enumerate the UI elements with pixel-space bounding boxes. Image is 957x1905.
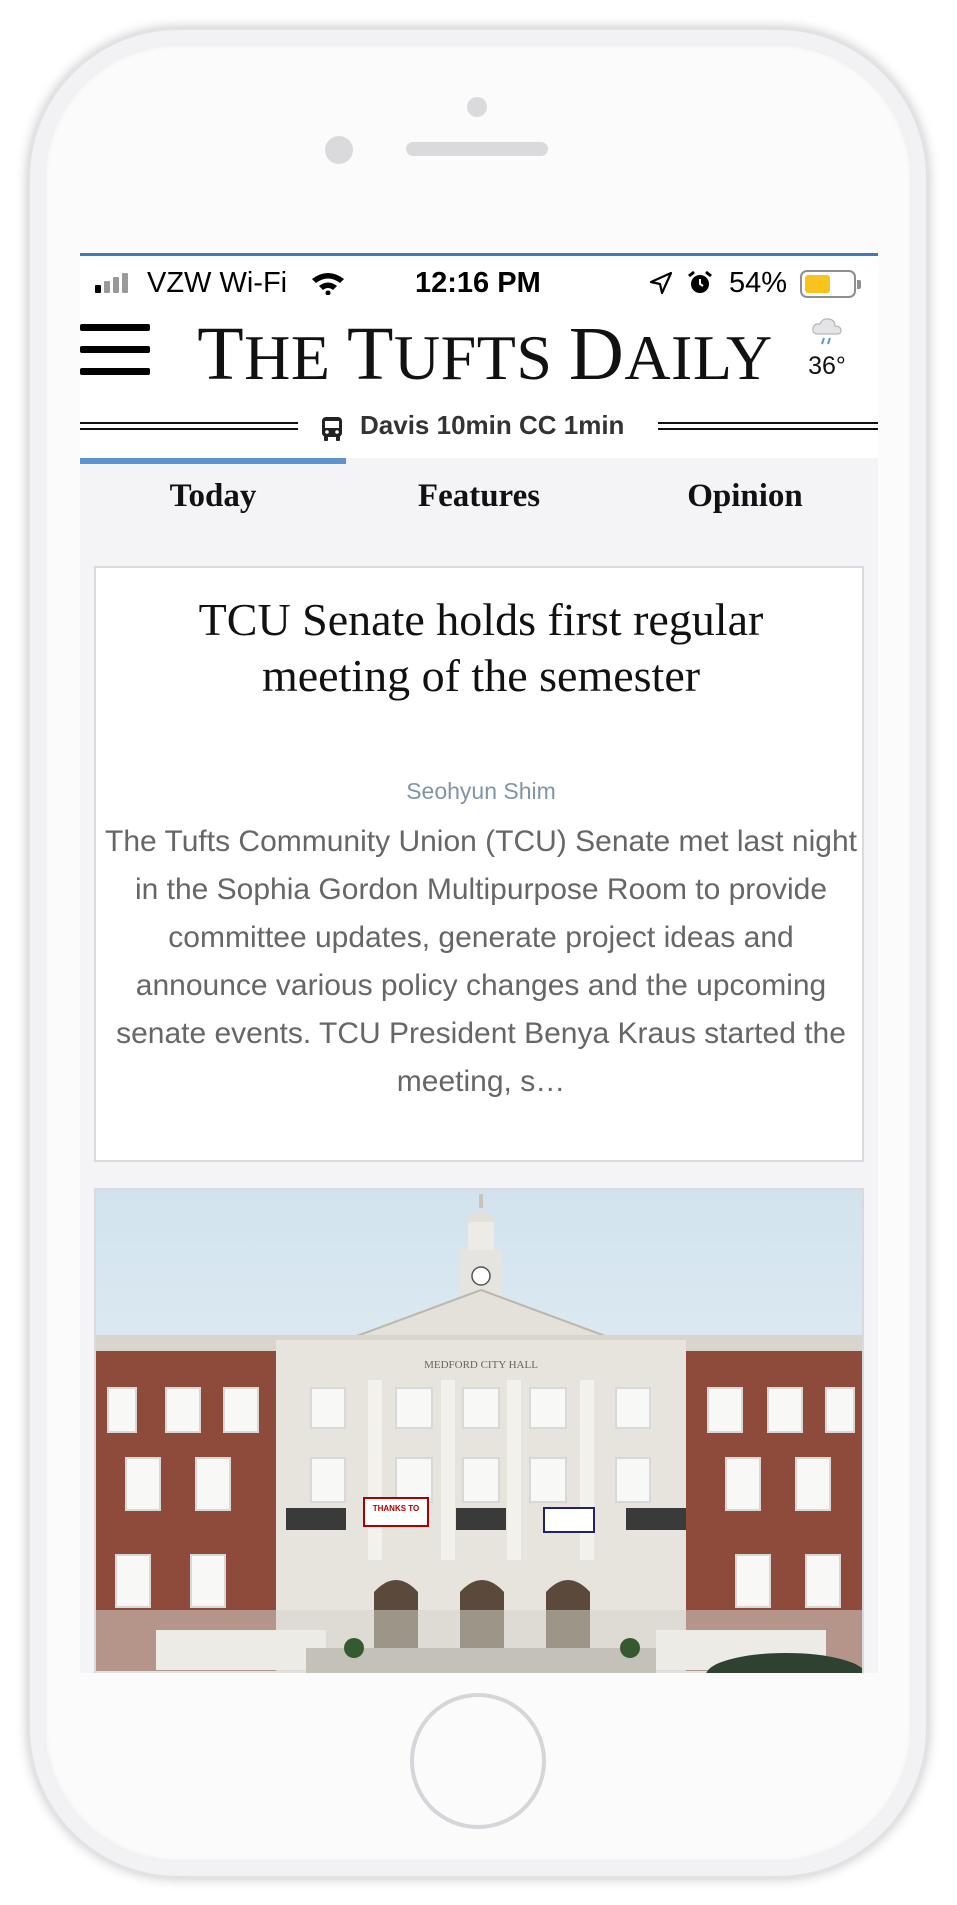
alarm-clock-icon: [688, 270, 712, 293]
city-hall-photo: MEDFORD CITY HALL THANKS TO: [96, 1190, 862, 1673]
article-title[interactable]: TCU Senate holds first regular meeting o…: [136, 592, 826, 704]
battery-icon: [800, 270, 861, 298]
rain-cloud-icon: [812, 318, 842, 345]
active-tab-indicator: [80, 458, 346, 464]
temperature-label: 36°: [808, 352, 846, 380]
tab-opinion[interactable]: Opinion: [612, 478, 878, 515]
divider-line-left: [80, 422, 298, 430]
article-excerpt: The Tufts Community Union (TCU) Senate m…: [105, 825, 857, 1098]
bus-icon: [322, 417, 342, 441]
weather-widget[interactable]: 36°: [792, 316, 862, 381]
front-camera: [325, 136, 353, 164]
article-author[interactable]: Seohyun Shim: [96, 778, 866, 805]
article-card[interactable]: TCU Senate holds first regular meeting o…: [94, 566, 864, 1162]
battery-percent: 54%: [729, 267, 788, 299]
status-bar: VZW Wi-Fi 12:16 PM 54%: [80, 256, 878, 306]
proximity-sensor: [467, 97, 487, 117]
hamburger-menu-icon[interactable]: [80, 324, 150, 376]
battery-fill: [805, 275, 830, 293]
app-screen: VZW Wi-Fi 12:16 PM 54% THE TUFTS DAILY 3…: [80, 253, 878, 1673]
tab-features[interactable]: Features: [346, 478, 612, 515]
clock-time: 12:16 PM: [415, 267, 541, 299]
home-button[interactable]: [410, 1693, 546, 1829]
signal-icon: [95, 273, 128, 293]
tab-today[interactable]: Today: [80, 478, 346, 515]
carrier-label: VZW Wi-Fi: [147, 267, 288, 299]
location-arrow-icon: [649, 271, 673, 295]
wifi-icon: [312, 273, 344, 295]
facade-sign: MEDFORD CITY HALL: [424, 1359, 538, 1371]
shuttle-times[interactable]: Davis 10min CC 1min: [360, 410, 624, 441]
banner-text: THANKS TO: [373, 1504, 420, 1513]
earpiece-speaker: [406, 142, 548, 156]
divider-line-right: [658, 422, 878, 430]
section-tabs: Today Features Opinion: [80, 458, 878, 538]
article-image-card[interactable]: MEDFORD CITY HALL THANKS TO: [94, 1188, 864, 1673]
masthead-title[interactable]: THE TUFTS DAILY: [190, 311, 780, 398]
